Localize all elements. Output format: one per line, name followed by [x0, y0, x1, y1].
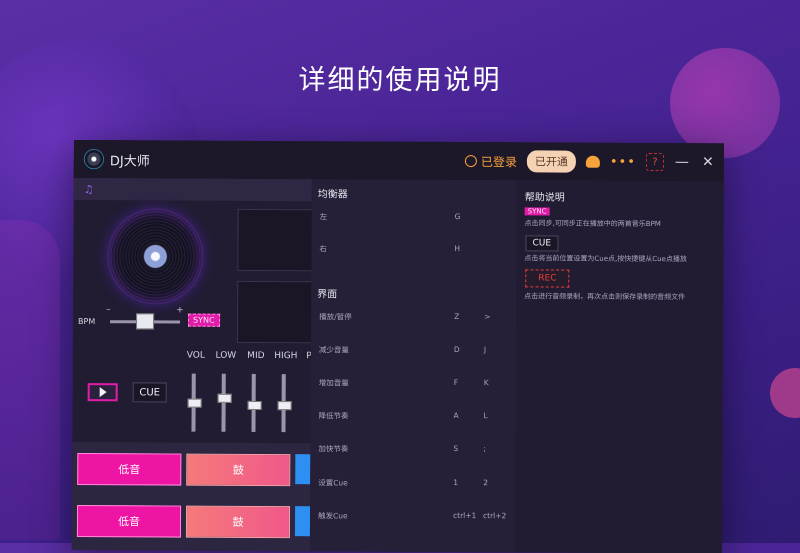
shortcut-key-alt: L [483, 411, 488, 421]
ui-section-title: 界面 [317, 289, 338, 301]
slider-knob[interactable] [187, 398, 202, 408]
help-title: 帮助说明 [524, 192, 565, 204]
shortcut-label: 设置Cue [318, 478, 348, 488]
low-slider[interactable] [217, 373, 232, 432]
pitch-slider-knob[interactable] [136, 313, 155, 330]
eq-labels: VOL LOW MID HIGH PITC [181, 351, 331, 362]
play-icon [99, 387, 107, 398]
help-rec-desc: 点击进行音频录制，再次点击则保存录制的音频文件 [524, 292, 686, 302]
bg-blob [0, 220, 60, 540]
page-headline: 详细的使用说明 [298, 65, 502, 96]
music-note-icon[interactable]: ♫ [84, 183, 94, 196]
shortcut-row: 加快节奏 S ; [318, 443, 515, 458]
close-button[interactable]: ✕ [700, 154, 716, 170]
user-icon [464, 155, 477, 168]
shortcut-key: G [454, 211, 461, 222]
app-window: DJ大师 已登录 已开通 ••• ? — ✕ ♫ BPM – + SYNC VO… [71, 140, 724, 553]
slider-knob[interactable] [277, 401, 292, 411]
slider-knob[interactable] [247, 400, 262, 410]
eq-section-title: 均衡器 [317, 189, 348, 201]
deck-header: ♫ [73, 177, 312, 202]
shortcut-label: 触发Cue [318, 511, 348, 521]
shortcut-key-alt: ; [483, 444, 486, 454]
bpm-label: BPM [78, 317, 96, 327]
help-sync-desc: 点击同步,可同步正在播放中的两首音乐BPM [524, 219, 661, 229]
app-title: DJ大师 [109, 153, 150, 169]
eq-label-low: LOW [215, 350, 237, 361]
shortcut-row: 减少音量 D J [319, 344, 516, 359]
mid-slider[interactable] [247, 373, 262, 432]
help-rec-tag: REC [525, 269, 570, 288]
eq-label-high: HIGH [274, 351, 298, 362]
shortcut-row: 降低节奏 A L [319, 410, 516, 425]
shortcut-key-alt: 2 [483, 478, 489, 488]
login-label: 已登录 [480, 154, 517, 169]
waveform-display-bottom [236, 280, 314, 344]
shortcut-key-alt: > [484, 312, 491, 322]
pad-blue-1[interactable] [295, 454, 311, 485]
shortcuts-panel: 均衡器 左 G 右 H 界面 播放/暂停 Z > 减少音量 D J 增加音量 F… [309, 179, 517, 553]
help-sync-tag: SYNC [524, 207, 550, 216]
shortcut-key: ctrl+1 [453, 510, 477, 521]
sync-button[interactable]: SYNC [188, 313, 220, 327]
shortcut-row: 播放/暂停 Z > [319, 311, 516, 326]
help-cue-desc: 点击将当前位置设置为Cue点,按快捷键从Cue点播放 [524, 254, 687, 264]
more-button[interactable]: ••• [610, 154, 636, 169]
shortcut-row: 增加音量 F K [319, 377, 516, 392]
shortcut-key: 1 [453, 477, 459, 488]
pitch-minus: – [106, 305, 111, 316]
shortcut-key: D [453, 344, 460, 355]
login-status[interactable]: 已登录 [464, 153, 517, 170]
pad-bass-2[interactable]: 低音 [76, 505, 182, 538]
play-button[interactable] [87, 383, 118, 402]
title-bar: DJ大师 已登录 已开通 ••• ? — ✕ [73, 140, 724, 183]
shortcut-key: Z [454, 311, 460, 322]
pad-drum-1[interactable]: 鼓 [186, 453, 291, 487]
shortcut-label: 左 [319, 212, 328, 222]
shortcut-label: 减少音量 [318, 345, 349, 355]
pitch-plus: + [176, 305, 184, 316]
eq-label-mid: MID [247, 350, 265, 362]
shortcut-label: 右 [319, 244, 327, 254]
shortcut-label: 加快节奏 [318, 444, 349, 454]
cue-button[interactable]: CUE [132, 382, 167, 403]
shortcut-key: A [453, 410, 459, 421]
help-panel: 帮助说明 SYNC 点击同步,可同步正在播放中的两首音乐BPM CUE 点击将当… [514, 180, 724, 553]
shortcut-key: H [454, 243, 461, 254]
pad-bass-1[interactable]: 低音 [77, 453, 182, 486]
vol-slider[interactable] [187, 373, 202, 432]
help-cue-tag: CUE [525, 235, 559, 252]
shortcut-label: 播放/暂停 [319, 312, 352, 322]
shortcut-row: 左 G [320, 211, 517, 226]
deck-panel: ♫ BPM – + SYNC VOL LOW MID HIGH PITC CUE… [71, 177, 326, 552]
waveform-display-top [237, 208, 314, 272]
bg-blob [770, 368, 800, 418]
shortcut-row: 触发Cue ctrl+1 ctrl+2 [318, 510, 515, 525]
minimize-button[interactable]: — [674, 154, 690, 170]
shortcut-label: 增加音量 [318, 378, 349, 388]
help-icon[interactable]: ? [645, 152, 664, 172]
pad-blue-2[interactable] [294, 506, 311, 537]
pad-drum-2[interactable]: 鼓 [185, 505, 291, 539]
high-slider[interactable] [277, 374, 292, 433]
shortcut-key-alt: K [483, 378, 489, 388]
headset-icon[interactable] [585, 155, 600, 168]
shortcut-row: 右 H [319, 243, 516, 258]
vinyl-turntable[interactable] [107, 208, 204, 305]
shortcut-key-alt: J [483, 345, 487, 355]
eq-label-vol: VOL [186, 350, 205, 361]
vinyl-logo-icon [83, 149, 104, 170]
vip-button[interactable]: 已开通 [526, 150, 576, 173]
shortcut-key: S [453, 443, 459, 454]
shortcut-key-alt: ctrl+2 [483, 511, 507, 521]
shortcut-key: F [453, 377, 459, 388]
slider-knob[interactable] [217, 393, 232, 403]
shortcut-row: 设置Cue 1 2 [318, 477, 515, 492]
shortcut-label: 降低节奏 [318, 411, 349, 421]
